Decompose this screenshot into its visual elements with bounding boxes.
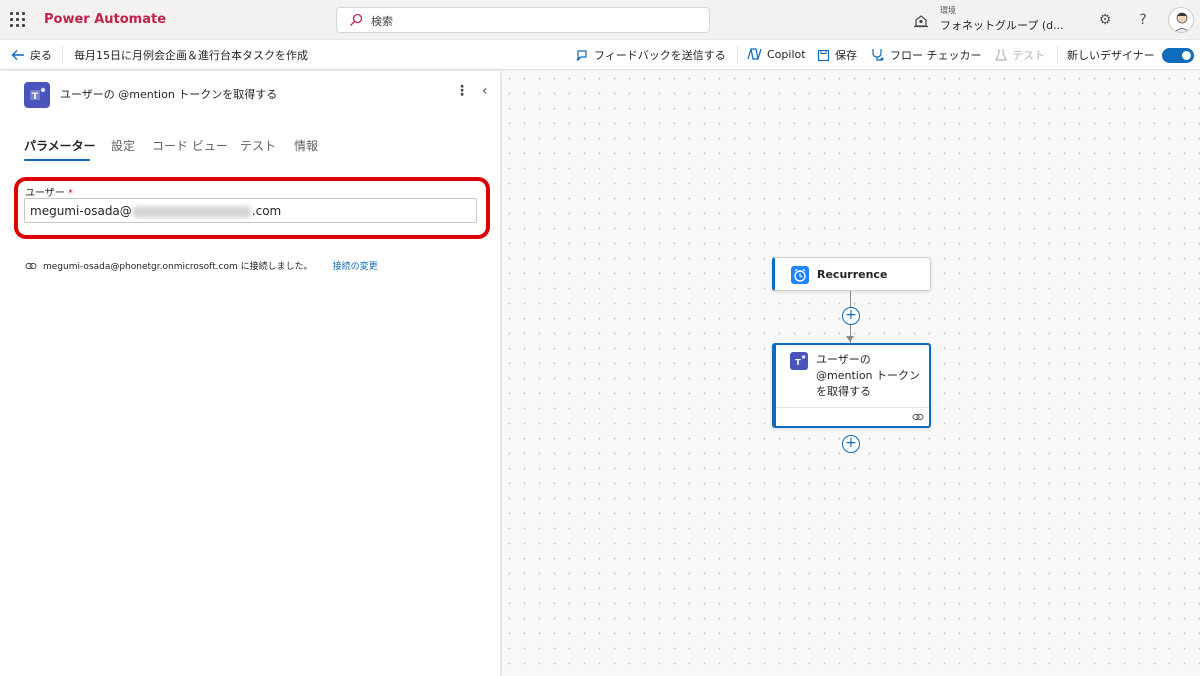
flask-icon (995, 49, 1007, 61)
test-label: テスト (1012, 49, 1045, 62)
action-properties-panel: T ユーザーの @mention トークンを取得する ⋮ ‹ パラメーター 設定… (0, 71, 501, 676)
new-designer-toggle[interactable] (1162, 48, 1194, 63)
connection-info: megumi-osada@phonetgr.onmicrosoft.com に接… (25, 259, 378, 272)
teams-icon: T (24, 82, 50, 108)
teams-icon: T (790, 352, 808, 370)
save-button[interactable]: 保存 (817, 47, 857, 63)
user-field-value-suffix: .com (251, 204, 282, 218)
new-designer-text: 新しいデザイナー (1067, 49, 1155, 62)
save-label: 保存 (835, 49, 857, 62)
avatar[interactable] (1168, 7, 1194, 33)
user-field-value-prefix: megumi-osada@ (30, 204, 132, 218)
environment-picker[interactable]: 環境 フォネットグループ (d... (913, 4, 1073, 36)
recurrence-trigger-card[interactable]: Recurrence (772, 257, 931, 291)
tab-settings[interactable]: 設定 (111, 137, 135, 154)
panel-title: ユーザーの @mention トークンを取得する (60, 88, 278, 101)
back-label: 戻る (30, 49, 52, 62)
settings-icon[interactable]: ⚙ (1096, 11, 1114, 29)
active-tab-indicator (24, 159, 90, 161)
brand-name[interactable]: Power Automate (44, 12, 166, 27)
feedback-button[interactable]: フィードバックを送信する (575, 47, 726, 63)
search-box[interactable]: 検索 (336, 7, 710, 33)
svg-text:T: T (32, 92, 39, 102)
back-button[interactable]: 戻る (11, 47, 52, 63)
command-bar: 戻る 毎月15日に月例会企画＆進行台本タスクを作成 フィードバックを送信する C… (0, 40, 1200, 70)
help-icon[interactable]: ? (1134, 11, 1152, 29)
change-connection-link[interactable]: 接続の変更 (333, 259, 378, 272)
user-field-value[interactable]: megumi-osada@ .com (30, 204, 281, 218)
new-designer-label: 新しいデザイナー (1067, 47, 1155, 63)
flow-name-label: 毎月15日に月例会企画＆進行台本タスクを作成 (74, 49, 308, 62)
flow-checker-label: フロー チェッカー (890, 49, 982, 62)
environment-label: 環境 (940, 6, 956, 15)
feedback-label: フィードバックを送信する (594, 49, 726, 62)
trigger-label: Recurrence (817, 268, 888, 281)
app-header: Power Automate 検索 環境 フォネットグループ (d... ⚙ ? (0, 0, 1200, 40)
action-label: ユーザーの @mention トークンを取得する (816, 353, 921, 398)
environment-icon (914, 15, 928, 28)
link-icon (25, 262, 37, 269)
tab-info[interactable]: 情報 (294, 137, 318, 154)
tab-test[interactable]: テスト (240, 137, 276, 154)
connector-arrow (846, 336, 854, 342)
stethoscope-icon (872, 49, 884, 61)
divider (62, 46, 63, 64)
action-card-footer (776, 407, 929, 426)
search-icon (350, 13, 363, 26)
tab-code-view[interactable]: コード ビュー (152, 137, 228, 154)
save-icon (817, 49, 830, 61)
user-field-label: ユーザー * (25, 184, 73, 199)
more-options-icon[interactable]: ⋮ (455, 83, 469, 99)
svg-text:T: T (795, 358, 801, 367)
arrow-left-icon (11, 50, 24, 60)
flow-name[interactable]: 毎月15日に月例会企画＆進行台本タスクを作成 (74, 47, 308, 63)
search-placeholder[interactable]: 検索 (371, 13, 393, 29)
user-field[interactable]: megumi-osada@ .com (24, 198, 477, 223)
get-mention-token-action-card[interactable]: T ユーザーの @mention トークンを取得する (772, 343, 931, 428)
redacted-domain (132, 205, 251, 218)
divider (1057, 46, 1058, 64)
insert-step-button[interactable]: + (842, 307, 860, 325)
collapse-panel-icon[interactable]: ‹ (482, 83, 488, 99)
test-button[interactable]: テスト (995, 47, 1045, 63)
user-avatar-icon (1174, 12, 1190, 32)
environment-value: フォネットグループ (d... (940, 19, 1064, 32)
copilot-button[interactable]: Copilot (747, 47, 806, 61)
copilot-icon (747, 48, 762, 60)
tab-parameters[interactable]: パラメーター (24, 137, 96, 154)
divider (737, 46, 738, 64)
app-launcher-icon[interactable] (10, 12, 26, 28)
flow-checker-button[interactable]: フロー チェッカー (871, 47, 982, 63)
copilot-label: Copilot (767, 47, 806, 61)
flow-canvas[interactable]: Recurrence + T ユーザーの @mention トークンを取得する … (502, 71, 1200, 676)
add-step-button[interactable]: + (842, 435, 860, 453)
alarm-clock-icon (791, 266, 809, 284)
feedback-icon (576, 50, 587, 62)
connection-text: megumi-osada@phonetgr.onmicrosoft.com に接… (43, 262, 313, 272)
link-icon (912, 414, 924, 420)
